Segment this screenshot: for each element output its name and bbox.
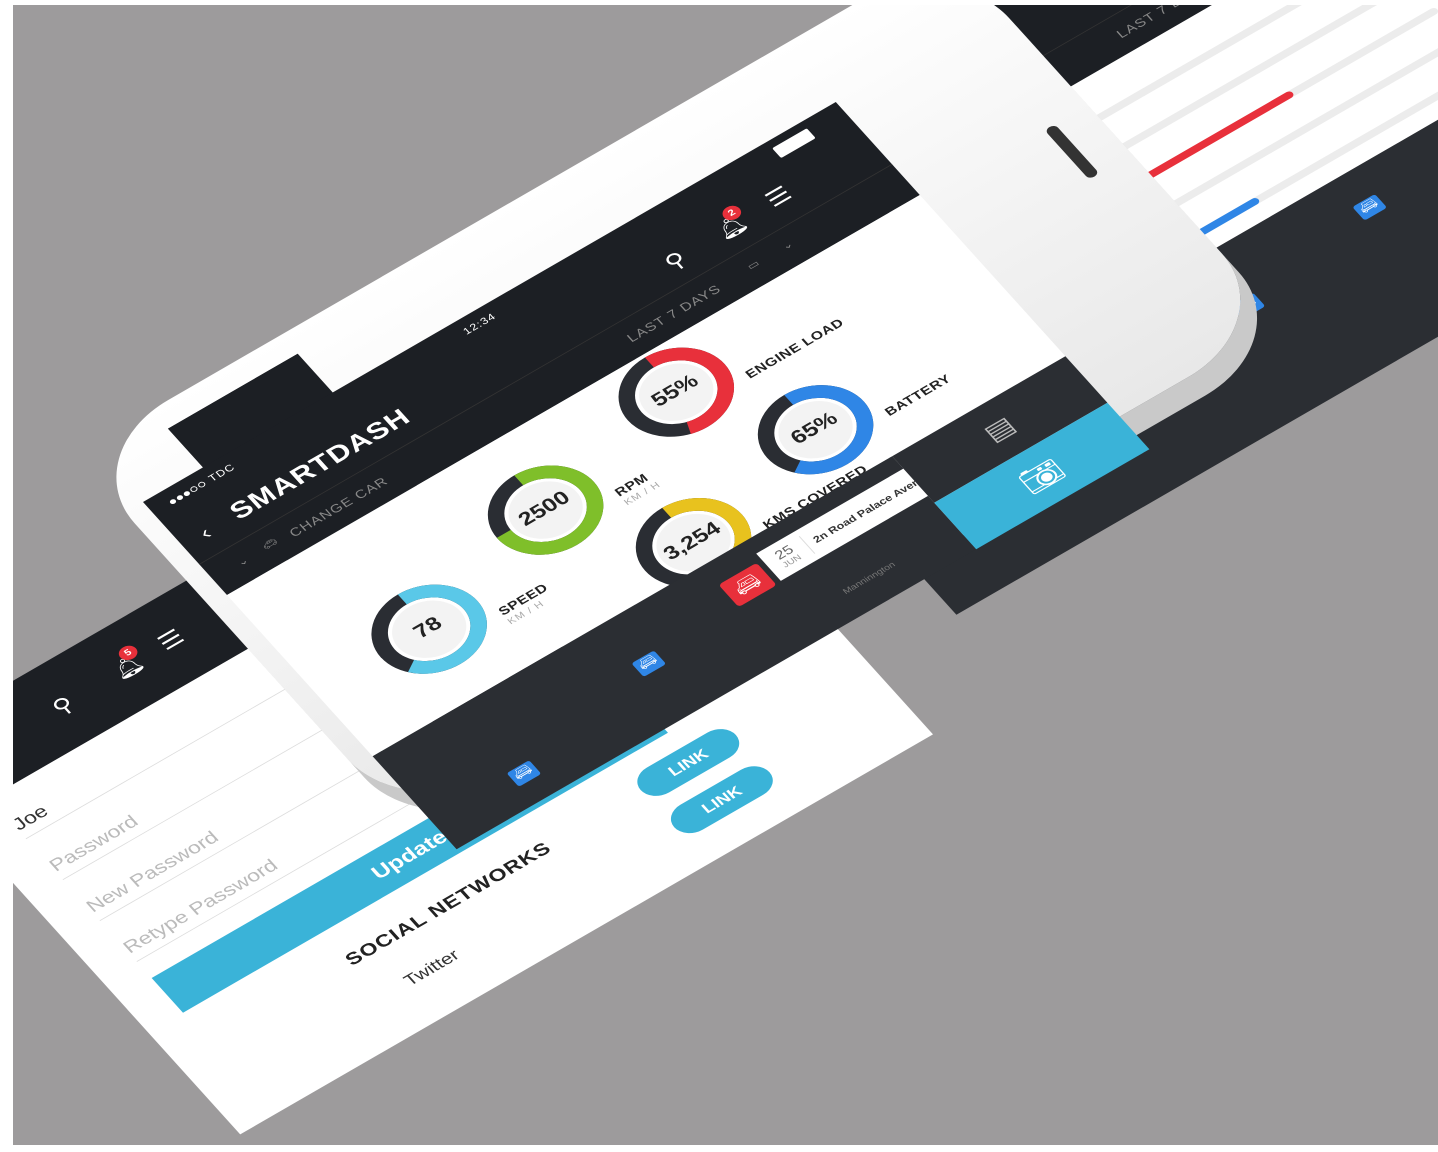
update-button-label: Update [366, 826, 453, 884]
map-street-label: Manninngton [841, 560, 898, 597]
main-period-chevron-icon[interactable]: ⌄ [779, 238, 796, 252]
bar-value-2: 55% [1430, 5, 1438, 6]
link-button-1-label: LINK [664, 745, 712, 779]
gauge-rpm[interactable]: 2500 RPM KM / H [460, 443, 663, 577]
home-port [1044, 124, 1100, 180]
main-clock: 12:34 [460, 310, 499, 337]
gauge-battery-label: BATTERY [881, 372, 955, 419]
main-car-icon: 🚗︎ [259, 535, 282, 552]
name-field-value: Joe [13, 800, 53, 835]
main-back-icon[interactable]: ‹ [195, 523, 218, 544]
main-chevron-icon[interactable]: ⌄ [235, 554, 252, 568]
left-user-icon[interactable]: ⚲ [46, 692, 80, 721]
twitter-label: Twitter [400, 946, 464, 990]
news-icon: ▤ [978, 412, 1022, 447]
camera-icon: 📷︎ [1012, 453, 1072, 499]
main-calendar-icon[interactable]: ▭ [744, 257, 763, 272]
main-map-selected-car-icon[interactable]: 🚐︎ [718, 562, 777, 608]
main-menu-icon[interactable]: ☰ [760, 181, 798, 212]
main-carrier: TDC [205, 461, 238, 484]
scene-background: TDC 12:34 ‹ SMARTDASH ⚲ 🔔︎ 2 ☰ ⌄ 🚗︎ CHAN… [13, 5, 1438, 1145]
main-user-icon[interactable]: ⚲ [659, 247, 693, 276]
left-menu-icon[interactable]: ☰ [152, 624, 190, 655]
gauge-speed[interactable]: 78 SPEED KM / H [344, 562, 551, 696]
main-map-car-icon[interactable]: 🚐︎ [631, 650, 667, 678]
right-map-car-icon-2[interactable]: 🚐︎ [1352, 194, 1388, 221]
main-map-car-icon-2[interactable]: 🚐︎ [506, 760, 542, 787]
link-button-2-label: LINK [697, 782, 746, 817]
